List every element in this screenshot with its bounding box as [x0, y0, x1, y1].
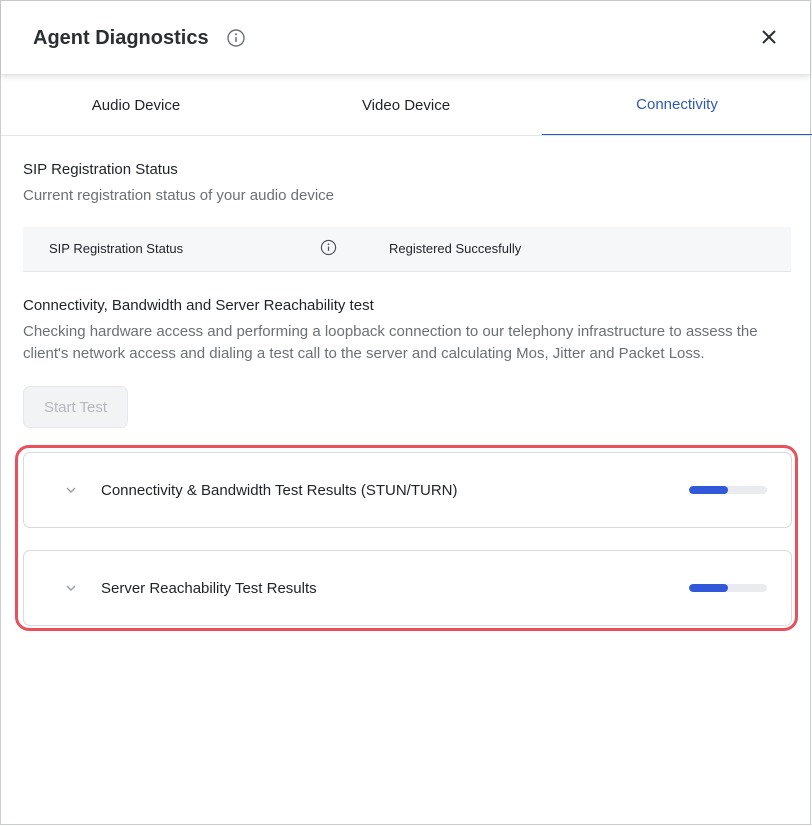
sip-status-row: SIP Registration Status Registered Succe…	[23, 227, 791, 272]
tab-connectivity[interactable]: Connectivity	[542, 75, 812, 135]
server-reachability-result[interactable]: Server Reachability Test Results	[23, 550, 792, 626]
connectivity-section-description: Checking hardware access and performing …	[23, 323, 758, 362]
sip-section-title: SIP Registration Status	[23, 161, 178, 178]
agent-diagnostics-dialog: Agent Diagnostics Audio Device Video Dev…	[0, 0, 812, 825]
result-label: Connectivity & Bandwidth Test Results (S…	[101, 482, 458, 499]
info-icon[interactable]	[320, 239, 337, 256]
tab-audio-device[interactable]: Audio Device	[1, 75, 271, 135]
dialog-title: Agent Diagnostics	[33, 27, 209, 49]
sip-status-value: Registered Succesfully	[389, 241, 522, 256]
connectivity-bandwidth-result[interactable]: Connectivity & Bandwidth Test Results (S…	[23, 452, 792, 528]
progress-bar	[689, 584, 767, 592]
dialog-header: Agent Diagnostics	[1, 1, 810, 75]
connectivity-section-title: Connectivity, Bandwidth and Server Reach…	[23, 297, 374, 314]
progress-fill	[689, 584, 728, 592]
result-label: Server Reachability Test Results	[101, 580, 317, 597]
progress-bar	[689, 486, 767, 494]
start-test-button[interactable]: Start Test	[23, 386, 128, 428]
chevron-down-icon	[66, 585, 76, 591]
tab-video-device[interactable]: Video Device	[271, 75, 541, 135]
info-icon[interactable]	[227, 29, 245, 47]
progress-fill	[689, 486, 728, 494]
sip-section-description: Current registration status of your audi…	[23, 187, 334, 204]
sip-status-label: SIP Registration Status	[49, 241, 184, 256]
close-icon[interactable]	[758, 26, 780, 48]
chevron-down-icon	[66, 487, 76, 493]
tab-bar: Audio Device Video Device Connectivity	[1, 75, 812, 136]
